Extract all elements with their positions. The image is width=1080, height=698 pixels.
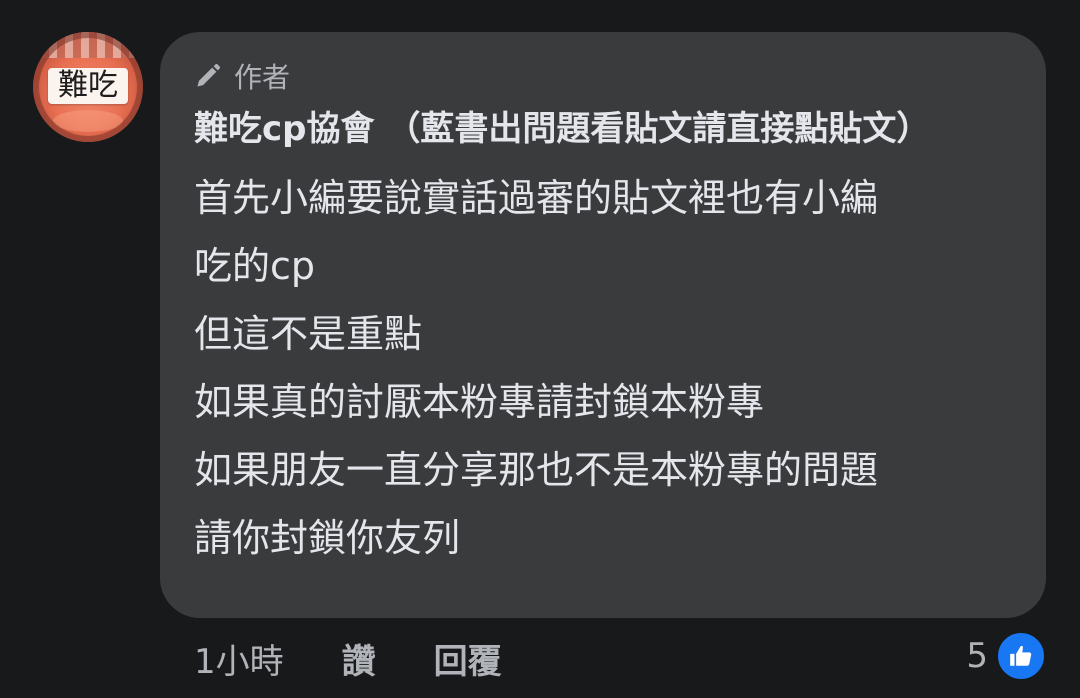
author-badge-label: 作者	[234, 61, 291, 94]
comment-bubble: 作者 難吃cp協會 （藍書出問題看貼文請直接點貼文） 首先小編要說實話過審的貼文…	[160, 32, 1046, 618]
avatar-rim	[33, 32, 143, 142]
comment-text: 首先小編要說實話過審的貼文裡也有小編 吃的cp 但這不是重點 如果真的討厭本粉專…	[194, 164, 1012, 572]
commenter-name[interactable]: 難吃cp協會 （藍書出問題看貼文請直接點貼文）	[194, 100, 984, 158]
reply-button[interactable]: 回覆	[434, 634, 502, 683]
comment-actions: 1小時 讚 回覆	[194, 634, 502, 683]
reaction-summary[interactable]: 5	[966, 631, 1046, 681]
pencil-icon	[194, 62, 222, 90]
comment-line: 首先小編要說實話過審的貼文裡也有小編	[194, 176, 879, 220]
comment-line: 如果朋友一直分享那也不是本粉專的問題	[194, 448, 879, 492]
comment-line: 吃的cp	[194, 244, 316, 288]
comment-line: 如果真的討厭本粉專請封鎖本粉專	[194, 380, 765, 424]
avatar[interactable]: 難吃	[33, 32, 143, 142]
like-button[interactable]: 讚	[342, 634, 376, 683]
comment-line: 但這不是重點	[194, 312, 423, 356]
timestamp-link[interactable]: 1小時	[194, 634, 284, 683]
comment-line: 請你封鎖你友列	[194, 516, 461, 560]
thumbs-up-icon	[996, 631, 1046, 681]
author-badge: 作者	[194, 56, 1012, 96]
reaction-count: 5	[966, 636, 988, 676]
